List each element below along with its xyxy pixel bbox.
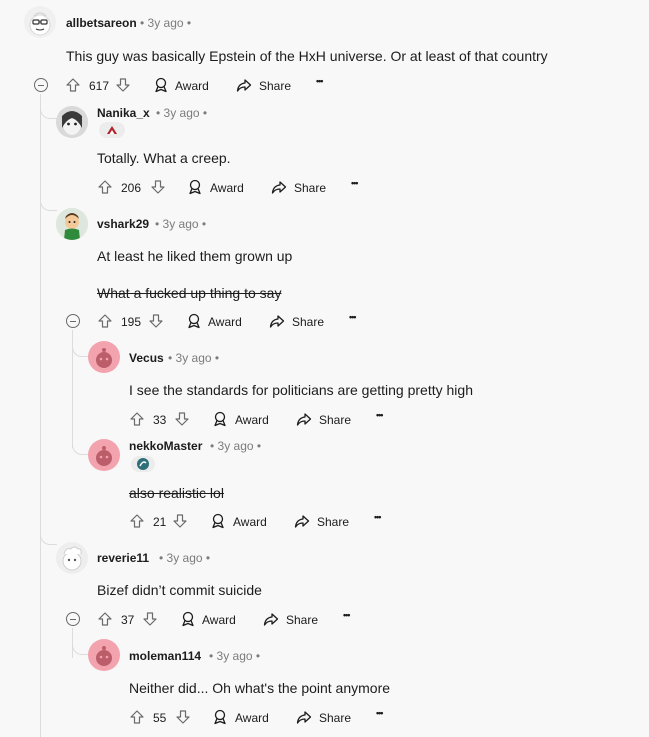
share-icon[interactable] — [296, 709, 312, 725]
award-icon[interactable] — [180, 611, 196, 627]
comment-body: This guy was basically Epstein of the Hx… — [66, 48, 548, 64]
upvote-icon[interactable] — [97, 611, 113, 627]
vote-count: 55 — [153, 711, 167, 725]
downvote-icon[interactable] — [175, 709, 191, 725]
thread-elbow — [40, 196, 57, 211]
thread-elbow — [72, 628, 89, 655]
vote-count: 617 — [89, 79, 110, 93]
avatar[interactable] — [56, 542, 88, 574]
more-options-button[interactable]: ••• — [376, 708, 384, 718]
upvote-icon[interactable] — [65, 77, 81, 93]
upvote-icon[interactable] — [129, 411, 145, 427]
collapse-icon[interactable] — [66, 612, 80, 626]
upvote-icon[interactable] — [97, 313, 113, 329]
vote-count: 33 — [153, 413, 167, 427]
share-button[interactable]: Share — [319, 413, 351, 427]
comment-timestamp: • 3y ago • — [168, 351, 220, 365]
upvote-icon[interactable] — [129, 709, 145, 725]
downvote-icon[interactable] — [150, 179, 166, 195]
upvote-icon[interactable] — [129, 513, 145, 529]
avatar[interactable] — [56, 106, 88, 138]
share-button[interactable]: Share — [294, 181, 326, 195]
award-button[interactable]: Award — [235, 711, 269, 725]
share-icon[interactable] — [263, 611, 279, 627]
collapse-icon[interactable] — [34, 78, 48, 92]
downvote-icon[interactable] — [115, 77, 131, 93]
share-icon[interactable] — [296, 411, 312, 427]
avatar[interactable] — [88, 341, 120, 373]
user-flair — [131, 456, 155, 472]
more-options-button[interactable]: ••• — [349, 312, 357, 322]
downvote-icon[interactable] — [142, 611, 158, 627]
comment-timestamp: • 3y ago • — [209, 649, 261, 663]
thread-line-root[interactable] — [40, 94, 41, 737]
award-button[interactable]: Award — [208, 315, 242, 329]
share-icon[interactable] — [271, 179, 287, 195]
award-button[interactable]: Award — [175, 79, 209, 93]
comment-username[interactable]: vshark29 — [97, 217, 149, 231]
share-icon[interactable] — [294, 513, 310, 529]
vote-count: 37 — [121, 613, 135, 627]
share-button[interactable]: Share — [286, 613, 318, 627]
comment-timestamp: • 3y ago • — [159, 551, 211, 565]
award-icon[interactable] — [187, 179, 203, 195]
downvote-icon[interactable] — [174, 411, 190, 427]
comment-username[interactable]: reverie11 — [97, 551, 149, 565]
avatar[interactable] — [88, 439, 120, 471]
comment-username[interactable]: allbetsareon — [66, 16, 137, 30]
share-button[interactable]: Share — [317, 515, 349, 529]
comment-username[interactable]: moleman114 — [129, 649, 201, 663]
more-options-button[interactable]: ••• — [351, 178, 359, 188]
comment-timestamp: • 3y ago • — [156, 106, 208, 120]
comment-timestamp: • 3y ago • — [140, 16, 192, 30]
upvote-icon[interactable] — [97, 179, 113, 195]
comment-body: Bizef didn’t commit suicide — [97, 582, 262, 598]
award-button[interactable]: Award — [233, 515, 267, 529]
comment-body: Neither did... Oh what's the point anymo… — [129, 680, 391, 696]
comment-body: Totally. What a creep. — [97, 150, 231, 166]
award-button[interactable]: Award — [202, 613, 236, 627]
share-button[interactable]: Share — [319, 711, 351, 725]
award-icon[interactable] — [186, 313, 202, 329]
more-options-button[interactable]: ••• — [343, 610, 351, 620]
share-icon[interactable] — [236, 77, 252, 93]
vote-count: 195 — [121, 315, 142, 329]
award-icon[interactable] — [210, 513, 226, 529]
downvote-icon[interactable] — [148, 313, 164, 329]
vote-count: 21 — [153, 515, 167, 529]
avatar[interactable] — [88, 639, 120, 671]
avatar[interactable] — [24, 6, 56, 38]
comment-username[interactable]: Vecus — [129, 351, 164, 365]
more-options-button[interactable]: ••• — [376, 410, 384, 420]
comment-body: At least he liked them grown up — [97, 248, 293, 264]
thread-elbow — [72, 428, 89, 455]
share-button[interactable]: Share — [292, 315, 324, 329]
award-button[interactable]: Award — [235, 413, 269, 427]
comment-username[interactable]: nekkoMaster — [129, 439, 202, 453]
comment-body: I see the standards for politicians are … — [129, 382, 473, 398]
vote-count: 206 — [121, 181, 142, 195]
comment-timestamp: • 3y ago • — [210, 439, 262, 453]
avatar[interactable] — [56, 208, 88, 240]
award-button[interactable]: Award — [210, 181, 244, 195]
more-options-button[interactable]: ••• — [374, 512, 382, 522]
comment-body-strikethrough: also realistic lol — [129, 485, 224, 501]
share-icon[interactable] — [269, 313, 285, 329]
downvote-icon[interactable] — [172, 513, 188, 529]
comment-username[interactable]: Nanika_x — [97, 106, 150, 120]
more-options-button[interactable]: ••• — [316, 76, 324, 86]
collapse-icon[interactable] — [66, 314, 80, 328]
thread-elbow — [40, 530, 57, 545]
award-icon[interactable] — [212, 411, 228, 427]
user-flair — [99, 122, 125, 138]
thread-elbow — [40, 104, 57, 119]
award-icon[interactable] — [153, 77, 169, 93]
award-icon[interactable] — [212, 709, 228, 725]
comment-timestamp: • 3y ago • — [155, 217, 207, 231]
thread-elbow — [72, 330, 89, 357]
comment-body-strikethrough: What a fucked up thing to say — [97, 285, 282, 301]
share-button[interactable]: Share — [259, 79, 291, 93]
